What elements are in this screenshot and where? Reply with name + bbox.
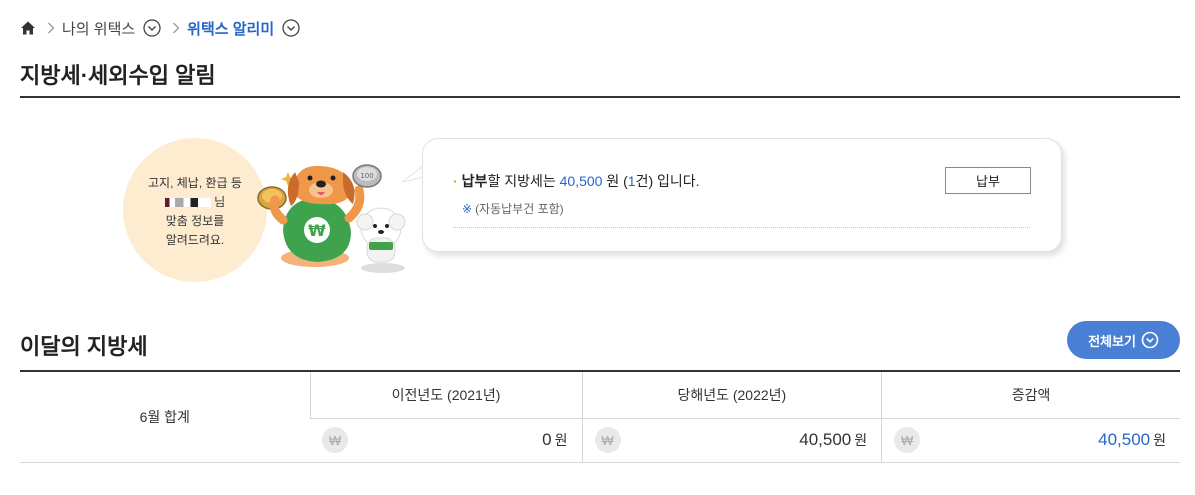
name-suffix: 님 (214, 195, 226, 209)
amount-value: 0원 (542, 430, 568, 449)
intro-line: 고지, 체납, 환급 등 (148, 176, 242, 190)
payment-amount: 40,500 (559, 173, 603, 189)
breadcrumb-label: 위택스 알리미 (187, 20, 275, 38)
row-label: 6월 합계 (20, 371, 310, 463)
section-title: 이달의 지방세 (20, 334, 148, 359)
pay-button[interactable]: 납부 (945, 167, 1031, 194)
page-title: 지방세·세외수입 알림 (20, 63, 216, 88)
breadcrumb-label: 나의 위택스 (62, 20, 136, 38)
table-cell: ₩ 40,500 원 (881, 418, 1180, 463)
payment-count: 1 (627, 173, 636, 189)
intro-line: 맞춤 정보를 (165, 214, 225, 228)
won-icon: ₩ (894, 427, 921, 453)
svg-text:100: 100 (360, 172, 373, 180)
breadcrumb-item-my-wetax[interactable]: 나의 위택스 (62, 18, 161, 39)
mascot-illustration: ₩ 100 (257, 164, 406, 273)
svg-text:₩: ₩ (308, 221, 326, 240)
intro-text: 고지, 체납, 환급 등 님 맞춤 정보를 알려드려요. (123, 174, 267, 250)
table-cell: ₩ 0원 (310, 418, 583, 463)
chevron-right-icon (44, 22, 58, 34)
dotted-divider (453, 227, 1030, 228)
note-mark-icon: ※ (462, 202, 473, 216)
column-header: 당해년도 (2022년) (581, 371, 882, 419)
intro-line: 알려드려요. (165, 233, 225, 247)
won-icon: ₩ (322, 427, 348, 453)
bullet-icon: · (453, 173, 458, 189)
table-cell: ₩ 40,500 원 (581, 418, 882, 463)
auto-pay-note: ※ (자동납부건 포함) (462, 200, 564, 217)
message-text: 할 지방세는 (487, 173, 560, 189)
divider (20, 96, 1180, 98)
chevron-down-circle-icon[interactable] (282, 19, 300, 37)
home-icon[interactable] (20, 20, 36, 36)
chevron-right-icon (169, 22, 183, 34)
won-icon: ₩ (594, 427, 621, 453)
tax-summary-table: 6월 합계 이전년도 (2021년) 당해년도 (2022년) 증감액 ₩ 0원… (20, 370, 1180, 463)
intro-name-line: 님 (123, 193, 267, 212)
note-text: (자동납부건 포함) (475, 202, 564, 216)
message-text: 건) 입니다. (635, 173, 700, 189)
masked-user-name (164, 198, 211, 208)
breadcrumb-item-alarm[interactable]: 위택스 알리미 (187, 18, 300, 39)
table-header-row: 6월 합계 이전년도 (2021년) 당해년도 (2022년) 증감액 (20, 371, 1180, 463)
payment-message: · 납부할 지방세는 40,500 원 (1건) 입니다. (453, 171, 700, 191)
speech-bubble (422, 138, 1062, 252)
message-text: 원 ( (602, 173, 628, 189)
column-header: 이전년도 (2021년) (309, 371, 583, 419)
column-header: 증감액 (881, 371, 1180, 419)
amount-value: 40,500 원 (799, 430, 868, 449)
chevron-down-circle-icon[interactable] (143, 19, 161, 37)
amount-value: 40,500 원 (1098, 430, 1166, 449)
view-all-label: 전체보기 (1088, 333, 1136, 349)
message-keyword: 납부 (461, 173, 488, 189)
view-all-button[interactable]: 전체보기 (1067, 321, 1180, 359)
chevron-down-circle-icon (1141, 331, 1159, 349)
breadcrumb: 나의 위택스 위택스 알리미 (20, 16, 300, 40)
